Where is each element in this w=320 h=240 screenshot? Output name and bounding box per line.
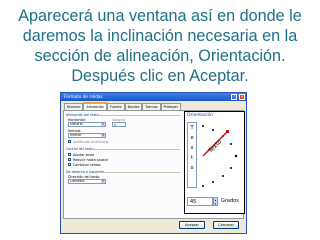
tab-numero[interactable]: Número (64, 103, 84, 110)
dial-tick (202, 125, 204, 127)
alignment-section-title: Alineación del texto (66, 113, 99, 117)
dial-tick (202, 185, 204, 187)
vertical-text-char: t (191, 155, 193, 161)
help-icon[interactable]: ? (231, 94, 237, 100)
vertical-select[interactable]: Inferior ▾ (68, 133, 106, 138)
dial-tick (222, 175, 224, 177)
dial-tick (212, 181, 214, 183)
distributed-label: Justificado distribuido (73, 140, 109, 144)
dial-tick (234, 154, 238, 158)
control-section-title: Control del texto (66, 147, 94, 151)
chevron-down-icon: ▾ (101, 133, 105, 137)
orientation-dial[interactable]: Texto (199, 120, 243, 192)
cancel-button[interactable]: Cancelar (213, 221, 239, 229)
vertical-text-char: o (190, 165, 194, 171)
merge-label: Combinar celdas (73, 163, 101, 167)
degrees-label: Grados (221, 198, 239, 204)
ok-button[interactable]: Aceptar (179, 221, 205, 229)
chevron-down-icon: ▾ (101, 122, 105, 126)
format-cells-dialog: Formato de celdas ? × Número Alineación … (60, 92, 247, 234)
divider (100, 172, 180, 173)
slide-text: Aparecerá una ventana así en donde le da… (4, 6, 316, 86)
close-icon[interactable]: × (239, 94, 245, 100)
tab-strip: Número Alineación Fuente Bordes Tramas P… (64, 102, 181, 111)
dialog-titlebar: Formato de celdas ? × (61, 93, 246, 101)
indent-stepper[interactable]: 0 (112, 122, 126, 127)
dial-handle[interactable] (226, 130, 229, 133)
shrink-label: Reducir hasta ajustar (73, 158, 109, 162)
vertical-text-char: T (190, 125, 194, 131)
tab-tramas[interactable]: Tramas (142, 103, 161, 110)
rtl-section-title: De derecha a izquierda (66, 170, 105, 174)
chevron-down-icon: ▾ (101, 179, 105, 183)
dialog-title: Formato de celdas (64, 94, 103, 99)
horizontal-select[interactable]: General ▾ (68, 122, 106, 127)
dial-tick (212, 129, 214, 131)
direction-select[interactable]: Contexto ▾ (68, 179, 106, 184)
vertical-text-char: x (190, 145, 194, 151)
wrap-checkbox[interactable] (68, 153, 71, 156)
headline-line-1: Aparecerá una ventana así en donde le (18, 7, 302, 25)
headline-line-2: daremos la inclinación necesaria en la (22, 27, 298, 45)
tab-bordes[interactable]: Bordes (124, 103, 143, 110)
degrees-stepper[interactable]: ▴ ▾ (213, 197, 218, 206)
horizontal-select-value: General (70, 122, 83, 126)
divider (96, 115, 180, 116)
indent-value: 0 (114, 123, 116, 127)
distributed-checkbox[interactable] (68, 140, 71, 143)
tab-proteger[interactable]: Proteger (160, 103, 181, 110)
vertical-text-char: e (190, 135, 194, 141)
headline-line-4: Después clic en Aceptar. (71, 67, 249, 85)
alignment-panel: Alineación del texto Horizontal: General… (63, 110, 245, 219)
degrees-input[interactable]: 45 (187, 197, 213, 206)
tab-fuente[interactable]: Fuente (107, 103, 125, 110)
merge-checkbox[interactable] (68, 163, 71, 166)
dial-text: Texto (206, 138, 223, 155)
orientation-group: Orientación T e x t o Texto 45 ▴ ▾ Grado… (184, 111, 245, 214)
vertical-select-value: Inferior (70, 133, 82, 137)
vertical-text-option[interactable]: T e x t o (187, 122, 197, 188)
dial-tick (230, 167, 232, 169)
dial-tick (230, 143, 232, 145)
direction-select-value: Contexto (70, 179, 85, 183)
headline-line-3: sección de alineación, Orientación. (34, 47, 286, 65)
shrink-checkbox[interactable] (68, 158, 71, 161)
orientation-title: Orientación (187, 113, 214, 118)
wrap-label: Ajustar texto (73, 153, 95, 157)
divider (92, 149, 180, 150)
